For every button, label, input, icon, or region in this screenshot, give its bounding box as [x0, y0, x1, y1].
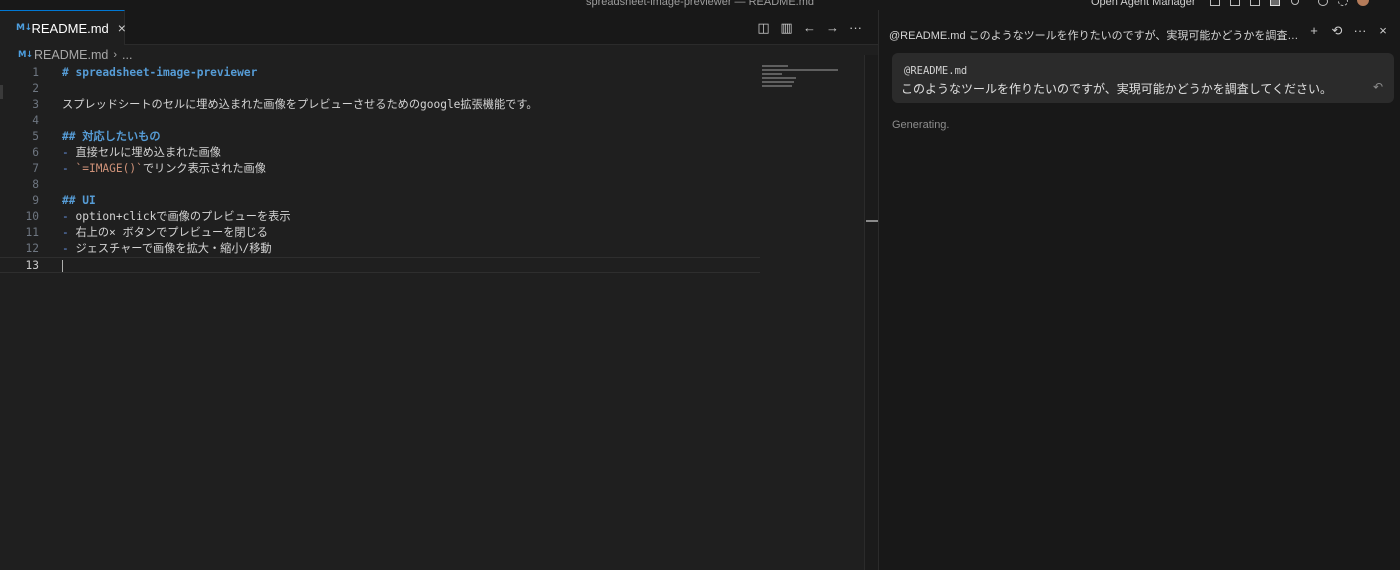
list-bullet: - [62, 242, 76, 255]
close-icon[interactable]: × [1376, 23, 1390, 39]
user-message[interactable]: @README.md このようなツールを作りたいのですが、実現可能かどうかを調査… [892, 53, 1394, 103]
generating-status: Generating. [892, 119, 950, 131]
more-actions-icon[interactable]: ··· [1353, 23, 1367, 39]
code-line: 6 - 直接セルに埋め込まれた画像 [0, 145, 760, 161]
scroll-position-marker [866, 220, 878, 222]
line-number: 9 [32, 194, 39, 207]
line-number: 6 [32, 146, 39, 159]
search-icon[interactable] [1285, 0, 1305, 10]
code-line: 9 ## UI [0, 193, 760, 209]
line-number: 5 [32, 130, 39, 143]
markdown-icon: M↓ [18, 50, 33, 60]
current-line[interactable]: 13 [0, 257, 760, 273]
code-line: 10 - option+clickで画像のプレビューを表示 [0, 209, 760, 225]
line-number: 3 [32, 98, 39, 111]
line-text: ## UI [62, 194, 96, 207]
settings-gear-icon[interactable] [1333, 0, 1353, 10]
list-bullet: - [62, 226, 76, 239]
go-back-icon[interactable]: ← [801, 19, 818, 36]
toggle-panel-icon[interactable] [1245, 0, 1265, 10]
code-line: 4 [0, 113, 760, 129]
line-text: option+clickで画像のプレビューを表示 [75, 210, 291, 223]
tab-bar: M↓ README.md × ◫ ▥ ← → ··· [0, 10, 878, 45]
copilot-icon[interactable] [1313, 0, 1333, 10]
editor-group: M↓ README.md × ◫ ▥ ← → ··· M↓ README.md … [0, 10, 878, 570]
toggle-secondary-sidebar-icon[interactable] [1265, 0, 1285, 10]
markdown-icon: M↓ [16, 23, 32, 33]
vertical-scrollbar[interactable] [864, 55, 878, 570]
line-text: # spreadsheet-image-previewer [62, 66, 258, 79]
code-line: 2 [0, 81, 760, 97]
tab-readme[interactable]: M↓ README.md × [0, 10, 126, 45]
code-line: 12 - ジェスチャーで画像を拡大・縮小/移動 [0, 241, 760, 257]
code-editor[interactable]: 1 # spreadsheet-image-previewer 2 3 スプレッドシ… [0, 65, 760, 273]
account-avatar[interactable] [1353, 0, 1373, 10]
list-bullet: - [62, 162, 76, 175]
code-line: 5 ## 対応したいもの [0, 129, 760, 145]
line-number: 10 [25, 210, 39, 223]
toggle-sidebar-icon[interactable] [1205, 0, 1225, 10]
line-number: 7 [32, 162, 39, 175]
line-text: ジェスチャーで画像を拡大・縮小/移動 [75, 242, 272, 255]
inline-code: `=IMAGE()` [75, 162, 143, 175]
undo-icon[interactable]: ↶ [1373, 80, 1383, 94]
breadcrumb: M↓ README.md › ... [18, 45, 132, 65]
close-icon[interactable]: × [118, 20, 126, 36]
title-bar: spreadsheet-image-previewer — README.md … [0, 0, 1400, 10]
code-line: 8 [0, 177, 760, 193]
line-number: 12 [25, 242, 39, 255]
line-number: 2 [32, 82, 39, 95]
tab-label: README.md [31, 20, 109, 36]
line-text: ## 対応したいもの [62, 130, 161, 143]
layout-controls [1205, 0, 1373, 10]
chat-actions: + ⟲ ··· × [1307, 23, 1390, 39]
line-text: スプレッドシートのセルに埋め込まれた画像をプレビューさせるためのgoogle拡張… [62, 98, 538, 111]
open-agent-manager-button[interactable]: Open Agent Manager [1091, 0, 1196, 8]
code-line: 1 # spreadsheet-image-previewer [0, 65, 760, 81]
more-actions-icon[interactable]: ··· [847, 19, 864, 36]
list-bullet: - [62, 210, 76, 223]
list-bullet: - [62, 146, 76, 159]
line-number: 1 [32, 66, 39, 79]
toggle-primary-sidebar-icon[interactable] [1225, 0, 1245, 10]
code-line: 7 - `=IMAGE()`でリンク表示された画像 [0, 161, 760, 177]
editor-actions: ◫ ▥ ← → ··· [755, 10, 864, 45]
open-preview-icon[interactable]: ◫ [755, 19, 772, 36]
code-line: 11 - 右上の× ボタンでプレビューを閉じる [0, 225, 760, 241]
chat-title: @README.md このようなツールを作りたいのですが、実現可能かどうかを調査… [889, 30, 1301, 42]
breadcrumb-file[interactable]: README.md [34, 48, 108, 62]
go-forward-icon[interactable]: → [824, 19, 841, 36]
file-mention[interactable]: @README.md [904, 65, 967, 77]
line-text: 右上の× ボタンでプレビューを閉じる [75, 226, 268, 239]
line-text: でリンク表示された画像 [142, 162, 266, 175]
line-number: 11 [25, 226, 39, 239]
line-text: 直接セルに埋め込まれた画像 [75, 146, 221, 159]
text-cursor [62, 260, 63, 272]
code-line: 3 スプレッドシートのセルに埋め込まれた画像をプレビューさせるためのgoogle拡… [0, 97, 760, 113]
gutter-marker [0, 85, 3, 99]
message-text: このようなツールを作りたいのですが、実現可能かどうかを調査してください。 [901, 82, 1333, 96]
minimap[interactable] [762, 65, 842, 95]
agent-chat-panel: @README.md このようなツールを作りたいのですが、実現可能かどうかを調査… [878, 10, 1400, 570]
new-chat-icon[interactable]: + [1307, 23, 1321, 39]
line-number: 8 [32, 178, 39, 191]
history-icon[interactable]: ⟲ [1330, 23, 1344, 39]
breadcrumb-symbol[interactable]: ... [122, 48, 132, 62]
line-number: 4 [32, 114, 39, 127]
line-number: 13 [25, 259, 39, 272]
chevron-right-icon: › [113, 49, 117, 61]
split-editor-icon[interactable]: ▥ [778, 19, 795, 36]
